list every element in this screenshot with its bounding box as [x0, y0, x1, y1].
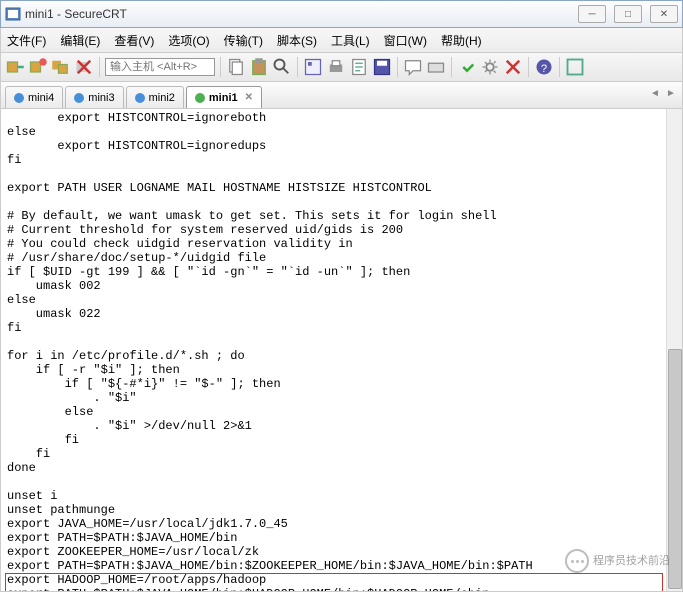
maximize-button[interactable]: □ [614, 5, 642, 23]
minimize-button[interactable]: ─ [578, 5, 606, 23]
scrollbar[interactable] [666, 109, 682, 591]
tab-mini3[interactable]: mini3 [65, 86, 123, 108]
tab-label: mini1 [209, 92, 238, 104]
terminal[interactable]: export HISTCONTROL=ignoreboth else expor… [0, 108, 683, 592]
print-icon[interactable] [326, 57, 346, 77]
watermark-text: 程序员技术前沿 [593, 554, 670, 568]
separator [220, 57, 221, 77]
menu-options[interactable]: 选项(O) [168, 32, 209, 49]
watermark: 程序员技术前沿 [565, 549, 670, 573]
tab-label: mini2 [149, 92, 175, 104]
tab-prev-icon[interactable]: ◄ [648, 86, 662, 100]
copy-icon[interactable] [226, 57, 246, 77]
toolbar: ? [0, 52, 683, 82]
menu-tools[interactable]: 工具(L) [331, 32, 370, 49]
tab-nav: ◄ ► [648, 86, 678, 100]
titlebar: mini1 - SecureCRT ─ □ ✕ [0, 0, 683, 28]
menu-edit[interactable]: 编辑(E) [60, 32, 100, 49]
find-icon[interactable] [272, 57, 292, 77]
tab-label: mini3 [88, 92, 114, 104]
window-title: mini1 - SecureCRT [25, 7, 578, 21]
quick-connect-icon[interactable] [28, 57, 48, 77]
terminal-content: export HISTCONTROL=ignoreboth else expor… [1, 109, 682, 592]
separator [559, 57, 560, 77]
separator [451, 57, 452, 77]
help-icon[interactable]: ? [534, 57, 554, 77]
tabbar: mini4 mini3 mini2 mini1 ✕ ◄ ► [0, 82, 683, 108]
log-icon[interactable] [349, 57, 369, 77]
svg-text:?: ? [541, 63, 547, 75]
scroll-thumb[interactable] [668, 349, 682, 589]
menu-help[interactable]: 帮助(H) [441, 32, 482, 49]
tab-mini4[interactable]: mini4 [5, 86, 63, 108]
menu-file[interactable]: 文件(F) [7, 32, 46, 49]
tab-mini1[interactable]: mini1 ✕ [186, 86, 262, 108]
menu-script[interactable]: 脚本(S) [277, 32, 317, 49]
close-tab-icon[interactable]: ✕ [245, 92, 253, 103]
status-dot-icon [195, 93, 205, 103]
watermark-icon [565, 549, 589, 573]
connect-icon[interactable] [5, 57, 25, 77]
close-button[interactable]: ✕ [650, 5, 678, 23]
tab-mini2[interactable]: mini2 [126, 86, 184, 108]
keymap-icon[interactable] [426, 57, 446, 77]
paste-icon[interactable] [249, 57, 269, 77]
tab-connect-icon[interactable] [51, 57, 71, 77]
properties-icon[interactable] [303, 57, 323, 77]
disconnect-icon[interactable] [74, 57, 94, 77]
separator [297, 57, 298, 77]
chat-icon[interactable] [403, 57, 423, 77]
menubar: 文件(F) 编辑(E) 查看(V) 选项(O) 传输(T) 脚本(S) 工具(L… [0, 28, 683, 52]
fullscreen-icon[interactable] [565, 57, 585, 77]
save-icon[interactable] [372, 57, 392, 77]
menu-view[interactable]: 查看(V) [114, 32, 154, 49]
status-dot-icon [74, 93, 84, 103]
tab-next-icon[interactable]: ► [664, 86, 678, 100]
gear-icon[interactable] [480, 57, 500, 77]
host-input[interactable] [105, 58, 215, 76]
status-dot-icon [135, 93, 145, 103]
tab-label: mini4 [28, 92, 54, 104]
status-dot-icon [14, 93, 24, 103]
menu-window[interactable]: 窗口(W) [384, 32, 427, 49]
window-controls: ─ □ ✕ [578, 5, 678, 23]
separator [99, 57, 100, 77]
app-icon [5, 6, 21, 22]
separator [528, 57, 529, 77]
send-ready-icon[interactable] [457, 57, 477, 77]
separator [397, 57, 398, 77]
cancel-all-icon[interactable] [503, 57, 523, 77]
menu-transfer[interactable]: 传输(T) [224, 32, 263, 49]
